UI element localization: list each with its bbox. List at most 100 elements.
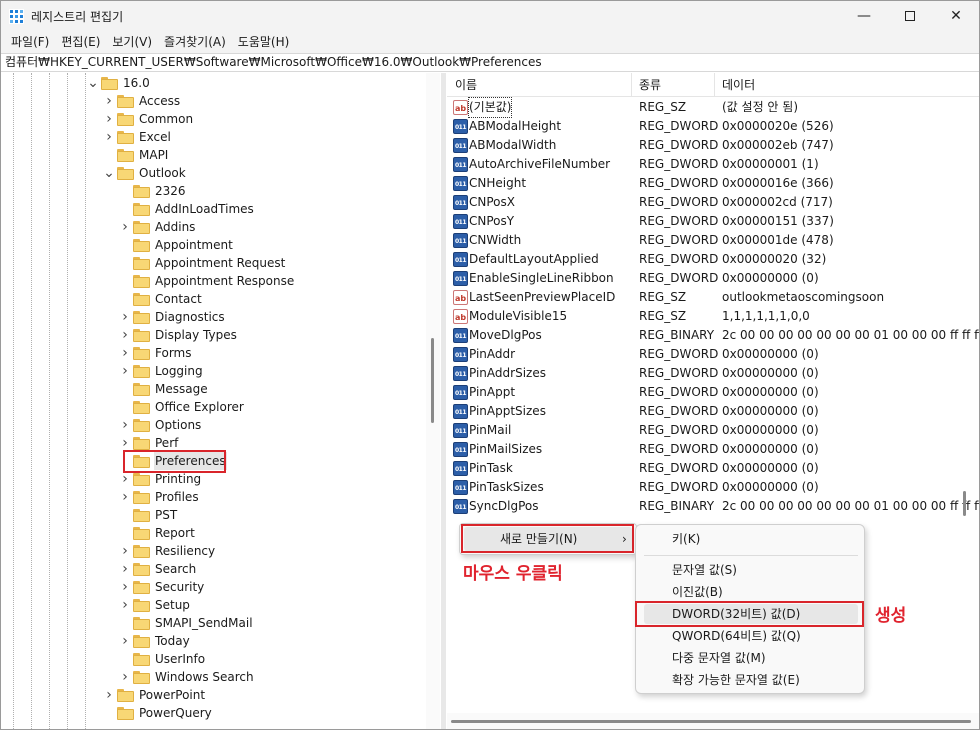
chevron-right-icon[interactable]: › bbox=[119, 362, 131, 380]
chevron-down-icon[interactable]: ⌄ bbox=[87, 74, 99, 92]
tree-node[interactable]: 2326 bbox=[119, 182, 187, 200]
chevron-right-icon[interactable]: › bbox=[119, 542, 131, 560]
submenu-string-value[interactable]: 문자열 값(S) bbox=[672, 560, 737, 580]
tree-node[interactable]: › Access bbox=[103, 92, 181, 110]
submenu-expandable-string-value[interactable]: 확장 가능한 문자열 값(E) bbox=[672, 670, 800, 690]
table-row[interactable]: 011 CNHeight REG_DWORD 0x0000016e (366) bbox=[447, 174, 979, 193]
tree-node[interactable]: Appointment bbox=[119, 236, 234, 254]
tree-node[interactable]: › Options bbox=[119, 416, 202, 434]
tree-node[interactable]: Office Explorer bbox=[119, 398, 245, 416]
tree-node[interactable]: ⌄ 16.0 bbox=[87, 74, 151, 92]
table-row[interactable]: 011 MoveDlgPos REG_BINARY 2c 00 00 00 00 00… bbox=[447, 326, 979, 345]
menu-edit[interactable]: 편집(E) bbox=[55, 31, 106, 53]
table-row[interactable]: 011 SyncDlgPos REG_BINARY 2c 00 00 00 00 00… bbox=[447, 497, 979, 516]
table-row[interactable]: 011 CNWidth REG_DWORD 0x000001de (478) bbox=[447, 231, 979, 250]
tree-node[interactable]: › Display Types bbox=[119, 326, 238, 344]
tree-node[interactable]: Report bbox=[119, 524, 196, 542]
tree-node[interactable]: › Forms bbox=[119, 344, 192, 362]
submenu-key[interactable]: 키(K) bbox=[672, 529, 700, 549]
list-horizontal-scrollbar-thumb[interactable] bbox=[451, 720, 971, 723]
submenu-qword-value[interactable]: QWORD(64비트) 값(Q) bbox=[672, 626, 801, 646]
tree-node[interactable]: › PowerPoint bbox=[103, 686, 206, 704]
list-horizontal-scrollbar[interactable] bbox=[447, 713, 979, 729]
tree-node[interactable]: › Printing bbox=[119, 470, 202, 488]
table-row[interactable]: 011 EnableSingleLineRibbon REG_DWORD 0x0000… bbox=[447, 269, 979, 288]
tree-node[interactable]: SMAPI_SendMail bbox=[119, 614, 254, 632]
tree-node[interactable]: AddInLoadTimes bbox=[119, 200, 255, 218]
tree-node[interactable]: › Resiliency bbox=[119, 542, 216, 560]
tree-node[interactable]: › Windows Search bbox=[119, 668, 255, 686]
chevron-right-icon[interactable]: › bbox=[103, 686, 115, 704]
menu-file[interactable]: 파일(F) bbox=[5, 31, 55, 53]
chevron-right-icon[interactable]: › bbox=[119, 632, 131, 650]
table-row[interactable]: 011 PinAddr REG_DWORD 0x00000000 (0) bbox=[447, 345, 979, 364]
table-row[interactable]: 011 PinMailSizes REG_DWORD 0x00000000 (0) bbox=[447, 440, 979, 459]
chevron-right-icon[interactable]: › bbox=[119, 218, 131, 236]
tree-node[interactable]: UserInfo bbox=[119, 650, 206, 668]
submenu-multi-string-value[interactable]: 다중 문자열 값(M) bbox=[672, 648, 766, 668]
menu-help[interactable]: 도움말(H) bbox=[232, 31, 296, 53]
chevron-right-icon[interactable]: › bbox=[119, 560, 131, 578]
tree-node[interactable]: › Excel bbox=[103, 128, 172, 146]
table-row[interactable]: 011 PinTask REG_DWORD 0x00000000 (0) bbox=[447, 459, 979, 478]
column-data[interactable]: 데이터 bbox=[714, 73, 755, 97]
column-type[interactable]: 종류 bbox=[631, 73, 661, 97]
tree-node[interactable]: MAPI bbox=[103, 146, 169, 164]
chevron-right-icon[interactable]: › bbox=[119, 668, 131, 686]
chevron-down-icon[interactable]: ⌄ bbox=[103, 164, 115, 182]
chevron-right-icon[interactable]: › bbox=[119, 596, 131, 614]
table-row[interactable]: 011 ABModalWidth REG_DWORD 0x000002eb (747) bbox=[447, 136, 979, 155]
chevron-right-icon[interactable]: › bbox=[103, 92, 115, 110]
table-row[interactable]: 011 AutoArchiveFileNumber REG_DWORD 0x00000… bbox=[447, 155, 979, 174]
tree-scrollbar-thumb[interactable] bbox=[431, 338, 434, 423]
chevron-right-icon[interactable]: › bbox=[119, 488, 131, 506]
chevron-right-icon[interactable]: › bbox=[103, 128, 115, 146]
pane-splitter[interactable] bbox=[441, 73, 446, 729]
table-row[interactable]: 011 CNPosX REG_DWORD 0x000002cd (717) bbox=[447, 193, 979, 212]
tree-node[interactable]: Contact bbox=[119, 290, 203, 308]
tree-node[interactable]: › Logging bbox=[119, 362, 204, 380]
tree-node[interactable]: › Diagnostics bbox=[119, 308, 226, 326]
tree-node[interactable]: PST bbox=[119, 506, 178, 524]
tree-node[interactable]: › Today bbox=[119, 632, 191, 650]
table-row[interactable]: 011 PinTaskSizes REG_DWORD 0x00000000 (0) bbox=[447, 478, 979, 497]
menu-favorites[interactable]: 즐겨찾기(A) bbox=[158, 31, 232, 53]
table-row[interactable]: ab LastSeenPreviewPlaceID REG_SZ outlookmet… bbox=[447, 288, 979, 307]
submenu-binary-value[interactable]: 이진값(B) bbox=[672, 582, 723, 602]
chevron-right-icon[interactable]: › bbox=[119, 470, 131, 488]
chevron-right-icon[interactable]: › bbox=[119, 578, 131, 596]
table-row[interactable]: 011 ABModalHeight REG_DWORD 0x0000020e (526… bbox=[447, 117, 979, 136]
address-bar[interactable]: 컴퓨터₩HKEY_CURRENT_USER₩Software₩Microsoft… bbox=[1, 53, 979, 72]
chevron-right-icon[interactable]: › bbox=[119, 326, 131, 344]
table-row[interactable]: 011 CNPosY REG_DWORD 0x00000151 (337) bbox=[447, 212, 979, 231]
chevron-right-icon[interactable]: › bbox=[119, 416, 131, 434]
tree-scrollbar[interactable] bbox=[426, 73, 440, 729]
tree-node[interactable]: › Profiles bbox=[119, 488, 200, 506]
column-name[interactable]: 이름 bbox=[447, 73, 477, 97]
tree-node[interactable]: › Search bbox=[119, 560, 197, 578]
table-row[interactable]: 011 PinMail REG_DWORD 0x00000000 (0) bbox=[447, 421, 979, 440]
table-row[interactable]: ab ModuleVisible15 REG_SZ 1,1,1,1,1,1,0,0 bbox=[447, 307, 979, 326]
tree-node[interactable]: › Addins bbox=[119, 218, 196, 236]
tree-node[interactable]: ⌄ Outlook bbox=[103, 164, 187, 182]
tree-node[interactable]: › Security bbox=[119, 578, 205, 596]
tree-node[interactable]: Message bbox=[119, 380, 209, 398]
table-row[interactable]: 011 DefaultLayoutApplied REG_DWORD 0x000000… bbox=[447, 250, 979, 269]
list-scrollbar-thumb[interactable] bbox=[963, 491, 966, 516]
tree-node[interactable]: › Setup bbox=[119, 596, 191, 614]
close-button[interactable]: ✕ bbox=[933, 1, 979, 31]
table-row[interactable]: 011 PinApptSizes REG_DWORD 0x00000000 (0) bbox=[447, 402, 979, 421]
table-row[interactable]: ab (기본값) REG_SZ (값 설정 안 됨) bbox=[447, 97, 979, 118]
table-row[interactable]: 011 PinAddrSizes REG_DWORD 0x00000000 (0) bbox=[447, 364, 979, 383]
menu-view[interactable]: 보기(V) bbox=[106, 31, 158, 53]
table-row[interactable]: 011 PinAppt REG_DWORD 0x00000000 (0) bbox=[447, 383, 979, 402]
tree-node[interactable]: › Common bbox=[103, 110, 194, 128]
tree-node[interactable]: Appointment Request bbox=[119, 254, 286, 272]
minimize-button[interactable]: — bbox=[841, 1, 887, 31]
chevron-right-icon[interactable]: › bbox=[103, 110, 115, 128]
maximize-button[interactable] bbox=[887, 1, 933, 31]
chevron-right-icon[interactable]: › bbox=[119, 308, 131, 326]
tree-node[interactable]: PowerQuery bbox=[103, 704, 213, 722]
tree-node[interactable]: Appointment Response bbox=[119, 272, 295, 290]
chevron-right-icon[interactable]: › bbox=[119, 344, 131, 362]
